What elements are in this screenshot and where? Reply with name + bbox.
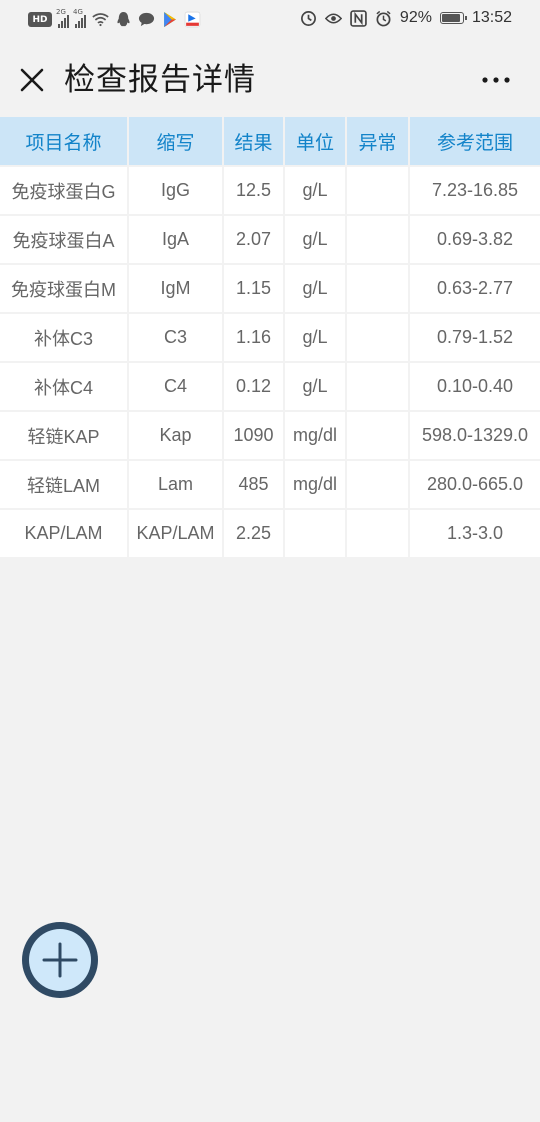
cell-abbreviation: C4 — [128, 362, 224, 412]
cell-abnormal — [346, 460, 410, 510]
cell-item-name: 轻链KAP — [0, 411, 129, 461]
cell-result: 2.25 — [223, 509, 285, 559]
alarm-icon — [376, 10, 391, 26]
play-store-icon — [164, 12, 176, 27]
col-header-unit: 单位 — [284, 117, 347, 167]
cell-reference-range: 0.10-0.40 — [409, 362, 540, 412]
report-table: 项目名称 缩写 结果 单位 异常 参考范围 免疫球蛋白G IgG 12.5 g/… — [0, 117, 540, 559]
battery-icon — [439, 12, 467, 24]
table-row: 免疫球蛋白M IgM 1.15 g/L 0.63-2.77 — [0, 264, 540, 314]
cell-reference-range: 0.79-1.52 — [409, 313, 540, 363]
cell-abbreviation: IgM — [128, 264, 224, 314]
cell-item-name: 轻链LAM — [0, 460, 129, 510]
more-button[interactable] — [478, 68, 514, 92]
cell-unit: g/L — [284, 362, 347, 412]
cell-item-name: 免疫球蛋白M — [0, 264, 129, 314]
col-header-result: 结果 — [223, 117, 285, 167]
signal-2g-icon: 2G — [56, 8, 69, 28]
cell-unit: mg/dl — [284, 460, 347, 510]
signal-2g-label: 2G — [56, 7, 66, 16]
cell-unit: g/L — [284, 313, 347, 363]
cell-abnormal — [346, 509, 410, 559]
signal-4g-label: 4G — [73, 7, 83, 16]
cell-abnormal — [346, 215, 410, 265]
chat-bubble-icon — [138, 12, 155, 27]
cell-abnormal — [346, 362, 410, 412]
cell-abnormal — [346, 264, 410, 314]
cell-reference-range: 280.0-665.0 — [409, 460, 540, 510]
cell-reference-range: 598.0-1329.0 — [409, 411, 540, 461]
add-button-inner — [29, 929, 91, 991]
table-row: 补体C4 C4 0.12 g/L 0.10-0.40 — [0, 362, 540, 412]
cell-abnormal — [346, 411, 410, 461]
cell-abnormal — [346, 313, 410, 363]
status-bar: HD 2G 4G 92% 13:52 — [0, 0, 540, 40]
cell-reference-range: 0.69-3.82 — [409, 215, 540, 265]
col-header-reference-range: 参考范围 — [409, 117, 540, 167]
cell-abbreviation: KAP/LAM — [128, 509, 224, 559]
signal-4g-icon: 4G — [73, 8, 86, 28]
battery-percent: 92% — [399, 9, 432, 26]
cell-item-name: KAP/LAM — [0, 509, 129, 559]
table-row: 补体C3 C3 1.16 g/L 0.79-1.52 — [0, 313, 540, 363]
cell-abbreviation: Lam — [128, 460, 224, 510]
col-header-abbreviation: 缩写 — [128, 117, 224, 167]
cell-unit: g/L — [284, 166, 347, 216]
status-time: 13:52 — [471, 9, 512, 26]
plus-icon — [42, 942, 78, 978]
cell-item-name: 补体C3 — [0, 313, 129, 363]
cell-result: 1.16 — [223, 313, 285, 363]
cell-result: 0.12 — [223, 362, 285, 412]
app-header: 检查报告详情 — [0, 40, 540, 118]
more-icon — [482, 77, 510, 83]
table-row: 免疫球蛋白A IgA 2.07 g/L 0.69-3.82 — [0, 215, 540, 265]
cell-reference-range: 7.23-16.85 — [409, 166, 540, 216]
table-header-row: 项目名称 缩写 结果 单位 异常 参考范围 — [0, 117, 540, 167]
table-row: 免疫球蛋白G IgG 12.5 g/L 7.23-16.85 — [0, 166, 540, 216]
qq-icon — [117, 11, 130, 27]
cell-reference-range: 1.3-3.0 — [409, 509, 540, 559]
table-row: 轻链LAM Lam 485 mg/dl 280.0-665.0 — [0, 460, 540, 510]
cell-reference-range: 0.63-2.77 — [409, 264, 540, 314]
cell-item-name: 免疫球蛋白G — [0, 166, 129, 216]
status-left: HD 2G 4G — [28, 8, 201, 28]
cell-item-name: 补体C4 — [0, 362, 129, 412]
cell-result: 1090 — [223, 411, 285, 461]
cell-abbreviation: C3 — [128, 313, 224, 363]
cell-unit — [284, 509, 347, 559]
col-header-abnormal: 异常 — [346, 117, 410, 167]
close-icon — [20, 68, 44, 92]
eye-comfort-icon — [324, 12, 342, 24]
add-button[interactable] — [22, 922, 98, 998]
wifi-icon — [92, 13, 109, 27]
close-button[interactable] — [14, 62, 50, 98]
page-title: 检查报告详情 — [64, 62, 256, 98]
hd-icon: HD — [28, 12, 52, 27]
cell-item-name: 免疫球蛋白A — [0, 215, 129, 265]
col-header-item-name: 项目名称 — [0, 117, 129, 167]
cell-abbreviation: IgG — [128, 166, 224, 216]
cell-result: 2.07 — [223, 215, 285, 265]
table-row: KAP/LAM KAP/LAM 2.25 1.3-3.0 — [0, 509, 540, 559]
data-saver-icon — [300, 10, 316, 26]
cell-result: 485 — [223, 460, 285, 510]
cell-result: 1.15 — [223, 264, 285, 314]
cell-abbreviation: Kap — [128, 411, 224, 461]
cell-unit: g/L — [284, 264, 347, 314]
cell-abnormal — [346, 166, 410, 216]
video-app-icon — [184, 11, 201, 28]
cell-unit: g/L — [284, 215, 347, 265]
battery-level — [441, 14, 461, 22]
status-right: 92% 13:52 — [300, 9, 512, 27]
nfc-icon — [350, 9, 367, 27]
cell-unit: mg/dl — [284, 411, 347, 461]
cell-result: 12.5 — [223, 166, 285, 216]
table-row: 轻链KAP Kap 1090 mg/dl 598.0-1329.0 — [0, 411, 540, 461]
cell-abbreviation: IgA — [128, 215, 224, 265]
